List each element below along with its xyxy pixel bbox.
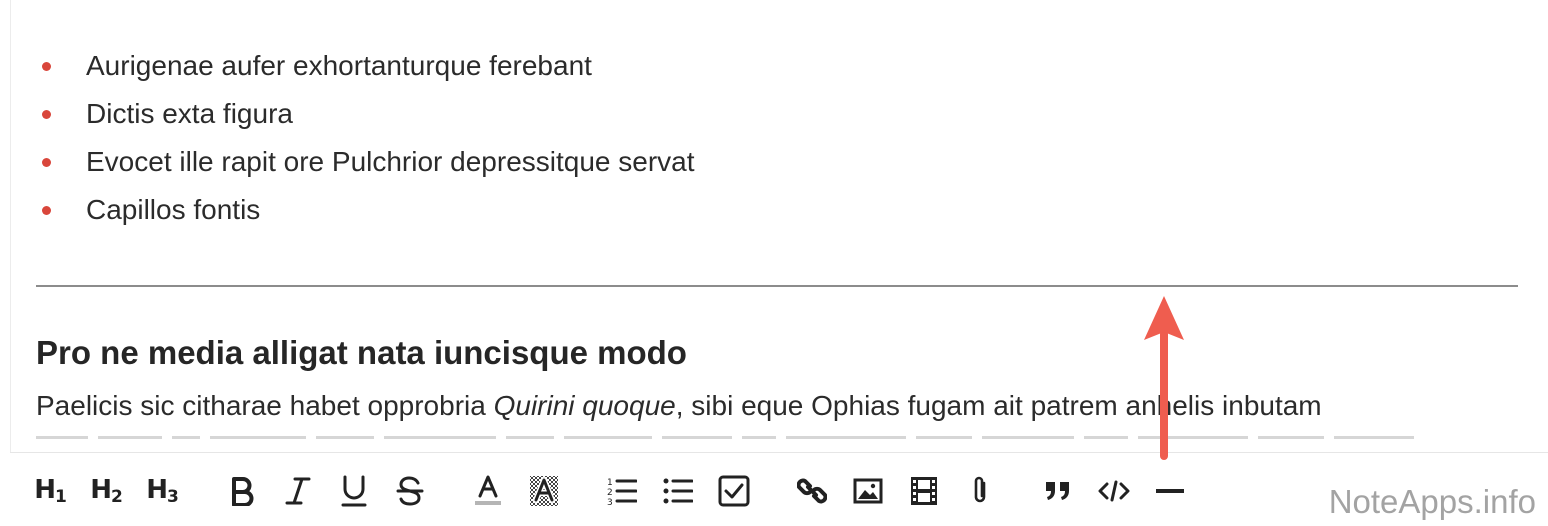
heading-3-icon: H3: [146, 475, 179, 507]
body-paragraph[interactable]: Paelicis sic citharae habet opprobria Qu…: [36, 384, 1322, 428]
bullet-dot-icon: [42, 110, 51, 119]
bullet-dot-icon: [42, 158, 51, 167]
video-button[interactable]: [904, 471, 944, 511]
quote-button[interactable]: [1038, 471, 1078, 511]
strikethrough-button[interactable]: [390, 471, 430, 511]
link-icon: [797, 478, 827, 504]
heading-3-button[interactable]: H3: [142, 471, 182, 511]
bulleted-list-button[interactable]: [658, 471, 698, 511]
text-color-button[interactable]: [468, 471, 508, 511]
horizontal-rule-icon: [1156, 489, 1184, 493]
video-icon: [911, 477, 937, 505]
numbered-list-button[interactable]: 1 2 3: [602, 471, 642, 511]
list-item[interactable]: Dictis exta figura: [36, 92, 1518, 140]
highlight-color-icon: [530, 476, 558, 506]
attachment-button[interactable]: [960, 471, 1000, 511]
heading-1-button[interactable]: H1: [30, 471, 70, 511]
list-item[interactable]: Evocet ille rapit ore Pulchrior depressi…: [36, 140, 1518, 188]
bulleted-list: Aurigenae aufer exhortanturque ferebant …: [36, 44, 1518, 236]
horizontal-rule-button[interactable]: [1150, 471, 1190, 511]
paragraph-text-continued: , sibi eque Ophias fugam ait patrem anhe…: [675, 390, 1322, 421]
italic-icon: [285, 477, 311, 505]
list-item-text: Evocet ille rapit ore Pulchrior depressi…: [86, 146, 695, 177]
strikethrough-icon: [396, 476, 424, 506]
heading-1-icon: H1: [34, 475, 67, 507]
editor-content[interactable]: Aurigenae aufer exhortanturque ferebant …: [36, 44, 1518, 236]
list-item-text: Aurigenae aufer exhortanturque ferebant: [86, 50, 592, 81]
code-button[interactable]: [1094, 471, 1134, 511]
bulleted-list-icon: [663, 478, 693, 504]
list-item[interactable]: Aurigenae aufer exhortanturque ferebant: [36, 44, 1518, 92]
italic-button[interactable]: [278, 471, 318, 511]
list-item-text: Capillos fontis: [86, 194, 261, 225]
checkbox-list-icon: [718, 475, 750, 507]
svg-text:2: 2: [607, 488, 613, 498]
paragraph-italic-text: Quirini quoque: [493, 390, 676, 421]
bullet-dot-icon: [42, 206, 51, 215]
editor-left-border: [10, 0, 11, 526]
underline-icon: [341, 475, 367, 507]
section-heading[interactable]: Pro ne media alligat nata iuncisque modo: [36, 330, 687, 376]
text-color-icon: [475, 475, 501, 505]
svg-text:3: 3: [607, 498, 613, 506]
underline-button[interactable]: [334, 471, 374, 511]
list-item[interactable]: Capillos fontis: [36, 188, 1518, 236]
paragraph-text: Paelicis sic citharae habet opprobria: [36, 390, 494, 421]
note-editor-screenshot: Aurigenae aufer exhortanturque ferebant …: [0, 0, 1548, 526]
image-icon: [853, 478, 883, 504]
checkbox-list-button[interactable]: [714, 471, 754, 511]
horizontal-rule: [36, 285, 1518, 287]
svg-text:1: 1: [607, 478, 613, 488]
code-icon: [1098, 480, 1130, 502]
link-button[interactable]: [792, 471, 832, 511]
highlight-color-button[interactable]: [524, 471, 564, 511]
quote-icon: [1046, 482, 1069, 500]
attachment-icon: [974, 476, 986, 503]
heading-2-icon: H2: [90, 475, 123, 507]
list-item-text: Dictis exta figura: [86, 98, 293, 129]
numbered-list-icon: 1 2 3: [607, 478, 637, 506]
bullet-dot-icon: [42, 62, 51, 71]
watermark: NoteApps.info: [1314, 480, 1542, 526]
heading-2-button[interactable]: H2: [86, 471, 126, 511]
image-button[interactable]: [848, 471, 888, 511]
bold-button[interactable]: [222, 471, 262, 511]
bold-icon: [232, 477, 254, 506]
clipped-text-line: [36, 436, 1456, 450]
